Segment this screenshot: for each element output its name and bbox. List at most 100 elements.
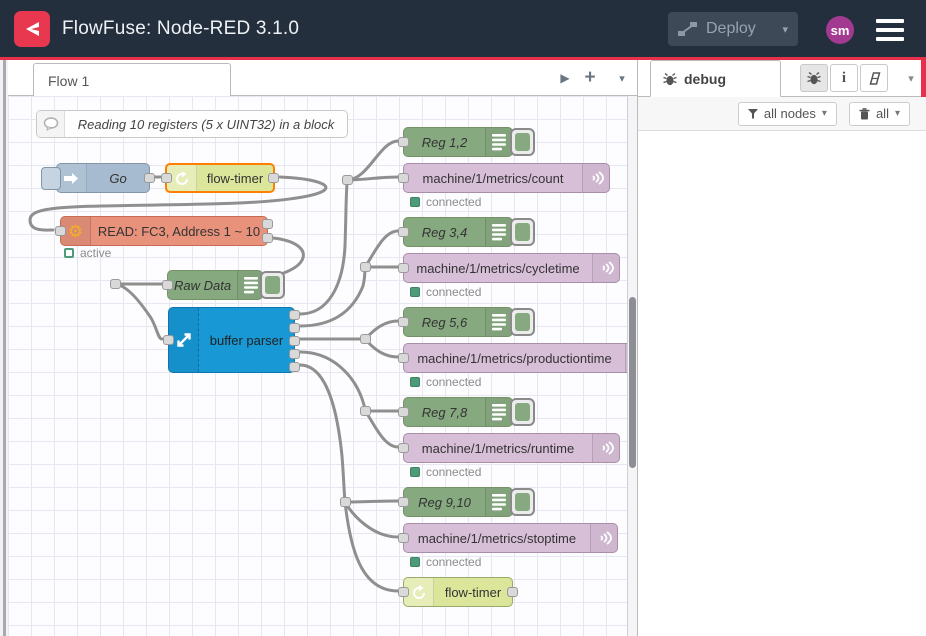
debug-lines-icon	[485, 128, 512, 156]
status-dot-connected	[410, 467, 420, 477]
node-label: READ: FC3, Address 1 ~ 10	[91, 217, 267, 245]
sidebar-accent-bar	[921, 60, 926, 97]
input-port[interactable]	[398, 497, 409, 507]
main-menu-icon[interactable]	[876, 19, 904, 41]
mqtt-node-stoptime[interactable]: machine/1/metrics/stoptime	[403, 523, 618, 553]
flowfuse-logo-icon	[14, 11, 50, 47]
output-port[interactable]	[507, 587, 518, 597]
input-port[interactable]	[163, 335, 174, 345]
node-label: Reg 5,6	[404, 308, 485, 336]
input-port[interactable]	[398, 443, 409, 453]
input-port[interactable]	[398, 533, 409, 543]
input-port[interactable]	[398, 227, 409, 237]
debug-lines-icon	[485, 218, 512, 246]
flow-timer-node-bottom[interactable]: flow-timer	[403, 577, 513, 607]
wire-junction[interactable]	[110, 279, 121, 289]
wire-junction[interactable]	[340, 497, 351, 507]
debug-node-reg12[interactable]: Reg 1,2	[403, 127, 513, 157]
book-icon	[867, 72, 881, 85]
wire-junction[interactable]	[342, 175, 353, 185]
modbus-read-node[interactable]: ⚙ READ: FC3, Address 1 ~ 10	[60, 216, 268, 246]
node-label: machine/1/metrics/runtime	[404, 434, 592, 462]
wire-junction[interactable]	[360, 262, 371, 272]
debug-toggle-button[interactable]	[510, 218, 535, 246]
debug-node-raw-data[interactable]: Raw Data	[167, 270, 263, 300]
input-port[interactable]	[398, 263, 409, 273]
tab-flow-1[interactable]: Flow 1	[33, 63, 231, 97]
deploy-button[interactable]: Deploy ▾	[668, 12, 798, 46]
input-port[interactable]	[162, 280, 173, 290]
mqtt-signal-icon	[582, 164, 609, 192]
debug-messages-panel[interactable]	[638, 131, 926, 636]
deploy-caret-icon[interactable]: ▾	[782, 23, 788, 36]
mqtt-signal-icon	[592, 254, 619, 282]
mqtt-node-cycletime[interactable]: machine/1/metrics/cycletime	[403, 253, 620, 283]
inject-node-go[interactable]: Go	[56, 163, 150, 193]
sidebar-debug-button[interactable]	[800, 64, 828, 92]
flow-tab-label: Flow 1	[48, 73, 89, 89]
node-label: Reg 1,2	[404, 128, 485, 156]
tab-debug[interactable]: debug	[650, 60, 781, 97]
output-port-1[interactable]	[289, 310, 300, 320]
sidebar-info-button[interactable]: i	[830, 64, 858, 92]
input-port[interactable]	[55, 226, 66, 236]
output-port[interactable]	[144, 173, 155, 183]
page-title: FlowFuse: Node-RED 3.1.0	[62, 18, 299, 40]
flow-timer-node-top[interactable]: flow-timer	[165, 163, 275, 193]
debug-node-reg78[interactable]: Reg 7,8	[403, 397, 513, 427]
add-flow-button[interactable]: +	[580, 60, 600, 96]
output-port[interactable]	[268, 173, 279, 183]
debug-toggle-button[interactable]	[510, 128, 535, 156]
input-port[interactable]	[398, 407, 409, 417]
debug-toggle-button[interactable]	[510, 488, 535, 516]
node-label: buffer parser	[199, 308, 294, 372]
workspace-tabbar: Flow 1 ▶ + ▾	[8, 60, 637, 96]
status-text: connected	[426, 285, 481, 299]
tab-scroll-right-icon[interactable]: ▶	[556, 60, 574, 96]
input-port[interactable]	[398, 317, 409, 327]
debug-toggle-button[interactable]	[510, 308, 535, 336]
palette-collapsed-strip[interactable]	[0, 60, 8, 636]
input-port[interactable]	[161, 173, 172, 183]
input-port[interactable]	[398, 353, 409, 363]
mqtt-node-count[interactable]: machine/1/metrics/count	[403, 163, 610, 193]
debug-toggle-button[interactable]	[260, 271, 285, 299]
output-port-2[interactable]	[262, 233, 273, 243]
mqtt-node-productiontime[interactable]: machine/1/metrics/productiontime	[403, 343, 627, 373]
output-port-4[interactable]	[289, 349, 300, 359]
wire-junction[interactable]	[360, 334, 371, 344]
output-port-3[interactable]	[289, 336, 300, 346]
output-port-5[interactable]	[289, 362, 300, 372]
scrollbar-thumb[interactable]	[629, 297, 636, 468]
input-port[interactable]	[398, 137, 409, 147]
node-label: machine/1/metrics/cycletime	[404, 254, 592, 282]
flow-list-caret-icon[interactable]: ▾	[612, 60, 632, 96]
status-text: connected	[426, 195, 481, 209]
comment-node[interactable]: Reading 10 registers (5 x UINT32) in a b…	[36, 110, 348, 138]
node-label: Reg 7,8	[404, 398, 485, 426]
debug-node-reg56[interactable]: Reg 5,6	[403, 307, 513, 337]
buffer-parser-node[interactable]: buffer parser	[168, 307, 295, 373]
flow-canvas[interactable]: Reading 10 registers (5 x UINT32) in a b…	[8, 96, 627, 636]
input-port[interactable]	[398, 173, 409, 183]
debug-node-reg910[interactable]: Reg 9,10	[403, 487, 513, 517]
palette-splitter[interactable]	[3, 60, 6, 636]
inject-button[interactable]	[41, 167, 61, 190]
node-label: machine/1/metrics/stoptime	[404, 524, 590, 552]
clear-messages-dropdown[interactable]: all ▾	[849, 102, 910, 126]
debug-toggle-button[interactable]	[510, 398, 535, 426]
node-status: connected	[410, 285, 481, 299]
mqtt-node-runtime[interactable]: machine/1/metrics/runtime	[403, 433, 620, 463]
canvas-vertical-scrollbar[interactable]	[627, 96, 637, 636]
output-port-2[interactable]	[289, 323, 300, 333]
bug-icon	[807, 71, 821, 85]
output-port-1[interactable]	[262, 219, 273, 229]
user-avatar[interactable]: sm	[826, 16, 854, 44]
sidebar-help-button[interactable]	[860, 64, 888, 92]
status-dot-connected	[410, 197, 420, 207]
wire-junction[interactable]	[360, 406, 371, 416]
input-port[interactable]	[398, 587, 409, 597]
debug-node-reg34[interactable]: Reg 3,4	[403, 217, 513, 247]
status-dot-active	[64, 248, 74, 258]
filter-nodes-dropdown[interactable]: all nodes ▾	[738, 102, 837, 126]
